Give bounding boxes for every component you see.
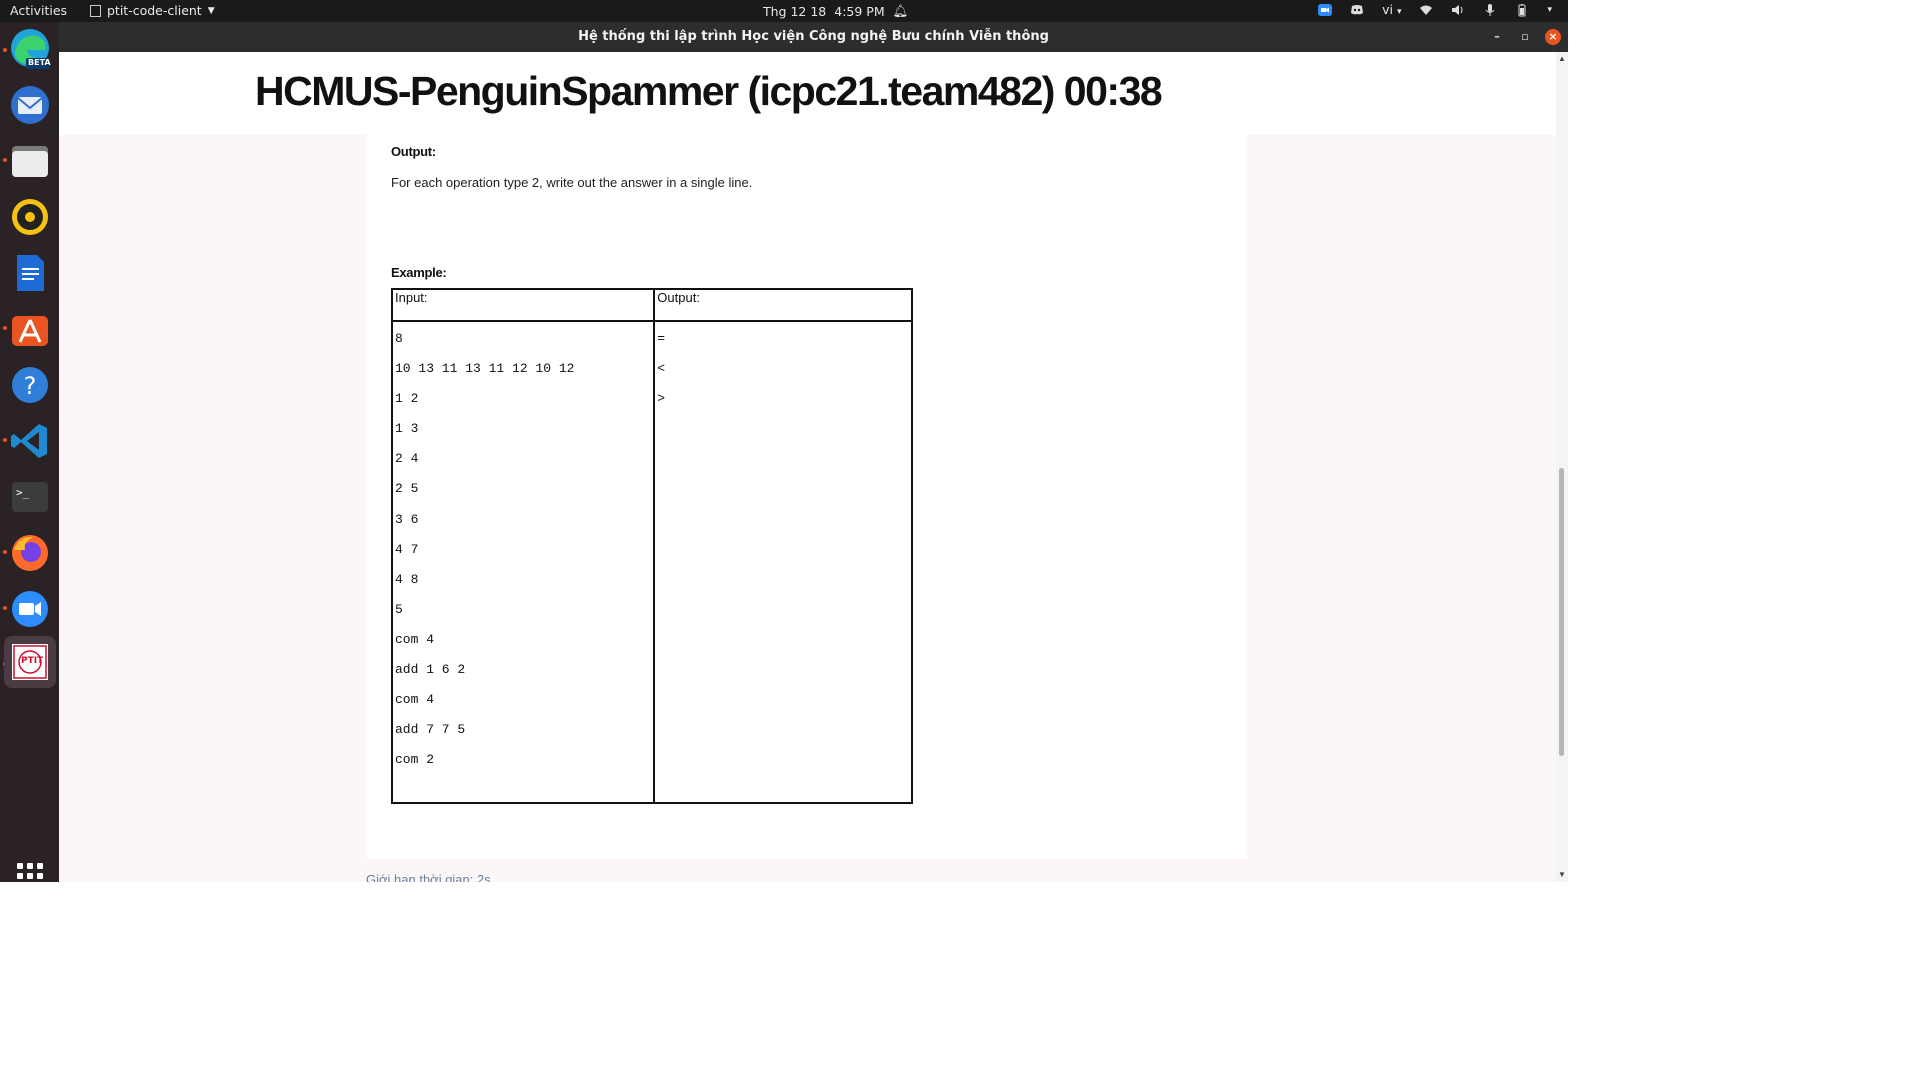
page-scrollbar[interactable]: ▲ ▼ xyxy=(1556,52,1568,882)
help-icon[interactable]: ? xyxy=(9,364,51,406)
dock: BETA ? >_ PTIT xyxy=(0,22,59,889)
ptit-icon[interactable]: PTIT xyxy=(4,636,56,688)
time-text: 4:59 PM xyxy=(834,3,885,19)
window-title: Hệ thống thi lập trình Học viện Công ngh… xyxy=(578,29,1049,44)
running-indicator xyxy=(3,438,7,442)
running-indicator xyxy=(3,326,7,330)
input-line: 8 xyxy=(395,331,403,346)
clock[interactable]: Thg 12 18 4:59 PM 🔔︎ xyxy=(763,3,909,19)
input-line: 3 6 xyxy=(395,511,419,527)
input-line: com 4 xyxy=(395,692,435,708)
input-column-header: Input: xyxy=(390,288,656,322)
scroll-up-icon[interactable]: ▲ xyxy=(1558,54,1566,63)
input-line: com 4 xyxy=(395,631,435,647)
example-output-cell: = < > xyxy=(653,320,913,804)
time-limit: Giới hạn thời gian: 2s xyxy=(366,872,491,882)
input-line: 4 7 xyxy=(395,541,419,557)
output-line: = xyxy=(657,331,666,346)
power-menu-chevron-icon[interactable]: ▾ xyxy=(1547,5,1552,15)
maximize-icon[interactable]: ▫ xyxy=(1517,29,1533,45)
app-name: ptit-code-client xyxy=(107,3,202,18)
input-line: 2 5 xyxy=(395,481,419,497)
svg-text:?: ? xyxy=(24,372,37,400)
example-input: 8 10 13 11 13 11 12 10 12 1 2 1 3 2 4 2 5 3 6 4… xyxy=(395,322,651,775)
files-icon[interactable] xyxy=(9,140,51,182)
minimize-icon[interactable]: – xyxy=(1489,29,1505,45)
page: HCMUS-PenguinSpammer (icpc21.team482) 00… xyxy=(59,52,1556,882)
running-indicator xyxy=(3,606,7,610)
chevron-down-icon: ▼ xyxy=(207,5,215,16)
battery-icon[interactable] xyxy=(1515,3,1529,17)
zoom-tray-icon[interactable] xyxy=(1318,3,1333,17)
alarm-icon: 🔔︎ xyxy=(892,3,909,18)
running-indicator xyxy=(3,48,7,52)
ptit-label: PTIT xyxy=(21,656,44,666)
app-menu[interactable]: ptit-code-client ▼ xyxy=(90,3,215,18)
input-line: 2 4 xyxy=(395,451,419,467)
contest-header: HCMUS-PenguinSpammer (icpc21.team482) 00… xyxy=(59,52,1556,135)
scrollbar-thumb[interactable] xyxy=(1559,468,1564,756)
input-line: 4 8 xyxy=(395,571,419,587)
vscode-icon[interactable] xyxy=(9,420,51,462)
input-line: add 1 6 2 xyxy=(395,662,466,678)
show-applications-icon[interactable] xyxy=(17,863,43,889)
top-bar: Activities ptit-code-client ▼ Thg 12 18 … xyxy=(0,0,1568,22)
activities-button[interactable]: Activities xyxy=(10,3,67,18)
rhythmbox-icon[interactable] xyxy=(9,196,51,238)
terminal-icon[interactable]: >_ xyxy=(9,476,51,518)
example-table: Input: Output: 8 10 13 11 13 11 12 10 12 1… xyxy=(390,288,913,804)
thunderbird-icon[interactable] xyxy=(9,84,51,126)
discord-tray-icon[interactable] xyxy=(1350,3,1364,17)
running-indicator xyxy=(3,158,7,162)
output-line: < xyxy=(657,361,666,377)
team-timer-title: HCMUS-PenguinSpammer (icpc21.team482) 00… xyxy=(255,68,1163,114)
example-output: = < > xyxy=(657,322,909,414)
close-icon[interactable]: × xyxy=(1545,29,1561,45)
edge-beta-icon[interactable]: BETA xyxy=(9,28,51,70)
output-column-header: Output: xyxy=(653,288,913,322)
input-line: com 2 xyxy=(395,752,435,768)
libreoffice-writer-icon[interactable] xyxy=(9,252,51,294)
microphone-icon[interactable] xyxy=(1483,3,1497,17)
input-line: 1 2 xyxy=(395,391,419,407)
wifi-icon[interactable] xyxy=(1419,3,1433,17)
output-heading: Output: xyxy=(391,144,436,159)
system-tray[interactable]: vi ▾ ▾ xyxy=(1318,2,1552,17)
input-line: 5 xyxy=(395,601,403,617)
beta-badge: BETA xyxy=(28,58,51,67)
problem-card: Output: For each operation type 2, write… xyxy=(367,135,1247,859)
language-indicator[interactable]: vi ▾ xyxy=(1382,2,1401,17)
input-line: add 7 7 5 xyxy=(395,722,466,738)
svg-text:>_: >_ xyxy=(16,486,30,499)
example-heading: Example: xyxy=(391,265,447,280)
volume-icon[interactable] xyxy=(1451,3,1465,17)
output-line: > xyxy=(657,391,666,407)
running-indicator xyxy=(3,550,7,554)
zoom-icon[interactable] xyxy=(9,588,51,630)
app-center-icon[interactable] xyxy=(9,308,51,350)
app-icon xyxy=(90,4,101,17)
window-title-bar[interactable]: Hệ thống thi lập trình Học viện Công ngh… xyxy=(59,22,1568,52)
example-input-cell: 8 10 13 11 13 11 12 10 12 1 2 1 3 2 4 2 5 3 6 4… xyxy=(390,320,656,804)
output-description: For each operation type 2, write out the… xyxy=(391,175,753,190)
input-line: 10 13 11 13 11 12 10 12 xyxy=(395,361,575,377)
date-text: Thg 12 18 xyxy=(763,3,827,19)
firefox-icon[interactable] xyxy=(9,532,51,574)
scroll-down-icon[interactable]: ▼ xyxy=(1558,870,1566,879)
input-line: 1 3 xyxy=(395,421,419,437)
